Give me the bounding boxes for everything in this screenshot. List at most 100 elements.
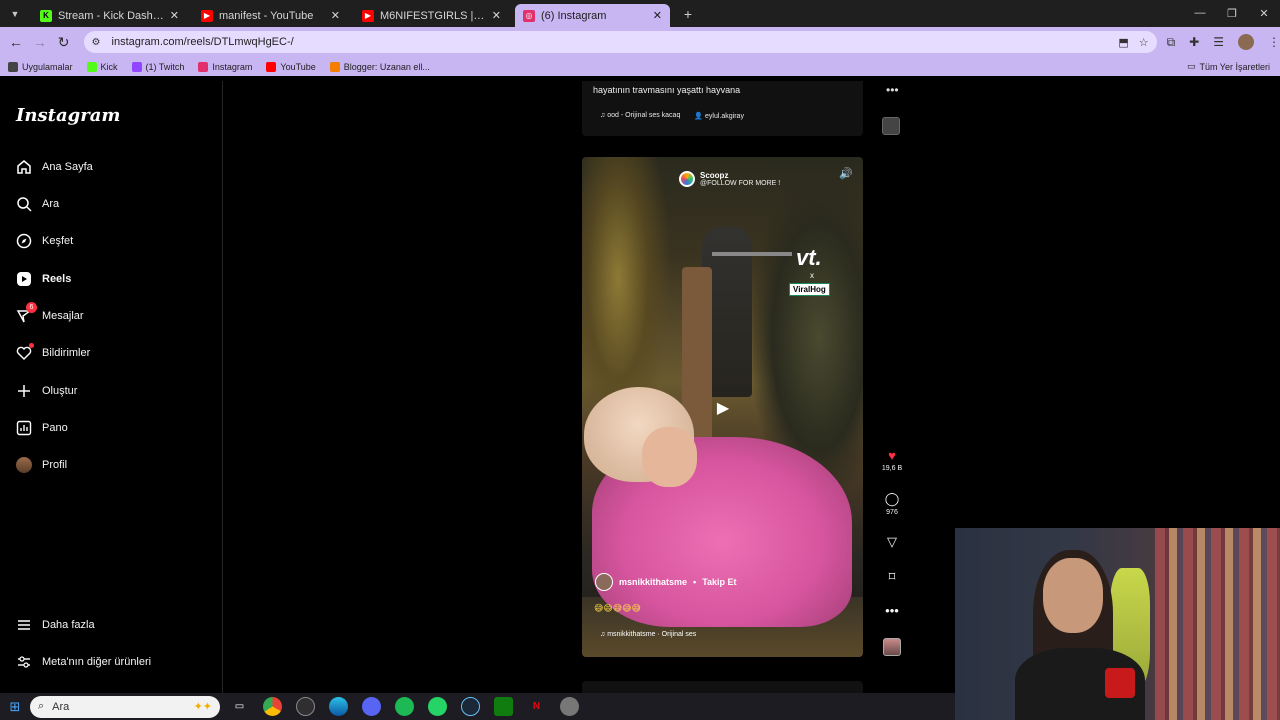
next-reel[interactable] <box>582 681 863 693</box>
sidebar-item-home[interactable]: Ana Sayfa <box>16 159 93 175</box>
audio-thumbnail[interactable] <box>883 638 901 656</box>
heart-icon <box>16 343 34 361</box>
tab-kick[interactable]: K Stream - Kick Dashboard ✕ <box>32 4 187 28</box>
new-tab-button[interactable]: + <box>678 4 698 24</box>
sidebar-item-messages[interactable]: 6 Mesajlar <box>16 302 84 324</box>
install-icon[interactable]: ⬒ <box>1118 36 1128 49</box>
avatar[interactable] <box>595 573 613 591</box>
play-icon[interactable]: ▶ <box>709 394 737 422</box>
bookmark-kick[interactable]: Kick <box>86 61 118 72</box>
tagged-user[interactable]: 👤 eylul.akgiray <box>694 112 744 120</box>
sidebar-item-notifications[interactable]: Bildirimler <box>16 343 90 361</box>
bookmark-label: Kick <box>100 61 118 72</box>
messages-badge: 6 <box>26 302 37 313</box>
bookmarks-bar: Uygulamalar Kick (1) Twitch Instagram Yo… <box>0 57 1280 76</box>
bookmark-icon: ⌑ <box>888 569 896 584</box>
tab-youtube-episode[interactable]: ▶ M6NIFESTGIRLS | 1. Bölüm - Yo ✕ <box>354 4 509 28</box>
sidebar-item-label: Profil <box>42 459 68 471</box>
profile-avatar[interactable] <box>1238 34 1254 50</box>
kick-icon <box>86 61 97 72</box>
chrome-icon[interactable] <box>263 697 282 716</box>
more-options-icon[interactable]: ••• <box>886 83 899 97</box>
obs-icon[interactable] <box>296 697 315 716</box>
sidebar-item-reels[interactable]: Reels <box>16 271 71 287</box>
restore-icon[interactable]: ❐ <box>1216 7 1248 20</box>
audio-label: msnikkithatsme · Orijinal ses <box>607 631 697 638</box>
audio-info[interactable]: ♫ ood - Orijinal ses kacaq <box>600 112 680 120</box>
audio-thumbnail[interactable] <box>882 117 900 135</box>
speaker-icon[interactable]: 🔊 <box>839 167 853 180</box>
bookmark-instagram[interactable]: Instagram <box>198 61 253 72</box>
like-button[interactable]: ♥ 19,6 B <box>878 448 906 472</box>
forward-icon[interactable]: → <box>28 34 52 50</box>
webcam-microphone <box>1105 668 1135 698</box>
bookmark-label: Instagram <box>212 61 253 72</box>
all-bookmarks[interactable]: ▭ Tüm Yer İşaretleri <box>1187 61 1270 72</box>
sidebar-item-create[interactable]: Oluştur <box>16 383 77 399</box>
comment-button[interactable]: ◯ 976 <box>878 491 906 516</box>
sidebar-item-label: Ara <box>42 198 60 210</box>
bookmark-apps[interactable]: Uygulamalar <box>8 61 73 72</box>
tab-instagram[interactable]: ◎ (6) Instagram ✕ <box>515 3 670 28</box>
reel-video[interactable]: Scoopz @FOLLOW FOR MORE ! 🔊 vt. x ViralH… <box>582 157 863 657</box>
hamburger-icon <box>16 617 32 633</box>
close-icon[interactable]: ✕ <box>170 9 179 22</box>
sidebar-item-dashboard[interactable]: Pano <box>16 420 68 436</box>
close-window-icon[interactable]: ✕ <box>1248 7 1280 20</box>
audio-info[interactable]: ♫ msnikkithatsme · Orijinal ses <box>600 631 696 638</box>
taskbar-search[interactable]: ⌕ Ara ✦✦ <box>30 695 220 718</box>
sidebar-item-profile[interactable]: Profil <box>16 457 67 473</box>
tab-youtube-manifest[interactable]: ▶ manifest - YouTube ✕ <box>193 4 348 28</box>
app-icon[interactable] <box>560 697 579 716</box>
sidebar-item-more[interactable]: Daha fazla <box>16 617 95 633</box>
netflix-icon[interactable]: N <box>527 697 546 716</box>
bookmark-twitch[interactable]: (1) Twitch <box>131 61 184 72</box>
spotify-icon[interactable] <box>395 697 414 716</box>
back-icon[interactable]: ← <box>4 34 28 50</box>
bookmark-blogger[interactable]: Blogger: Uzanan ell... <box>329 61 430 72</box>
url-text[interactable]: instagram.com/reels/DTLmwqHgEC-/ <box>112 36 1119 48</box>
kick-favicon-icon: K <box>40 9 52 22</box>
whatsapp-icon[interactable] <box>428 697 447 716</box>
translate-icon[interactable]: ⧉ <box>1167 35 1176 50</box>
sidebar-item-meta[interactable]: Meta'nın diğer ürünleri <box>16 654 151 670</box>
overlay-subtitle: @FOLLOW FOR MORE ! <box>700 180 781 187</box>
sidebar-item-explore[interactable]: Keşfet <box>16 233 73 249</box>
omnibox[interactable]: ⚙ instagram.com/reels/DTLmwqHgEC-/ ⬒ ☆ <box>83 31 1157 53</box>
reading-list-icon[interactable]: ☰ <box>1213 35 1224 49</box>
bookmark-youtube[interactable]: YouTube <box>266 61 316 72</box>
xbox-icon[interactable] <box>494 697 513 716</box>
reload-icon[interactable]: ↻ <box>52 34 76 51</box>
task-view-icon[interactable]: ▭ <box>230 697 249 716</box>
edge-icon[interactable] <box>329 697 348 716</box>
webcam-background <box>1155 528 1280 720</box>
more-options-button[interactable]: ••• <box>878 603 906 618</box>
windows-start-icon[interactable]: ⊞ <box>0 699 30 715</box>
minimize-icon[interactable]: — <box>1184 7 1216 20</box>
meta-grid-icon <box>16 654 32 670</box>
menu-icon[interactable]: ⋮ <box>1268 35 1280 49</box>
close-icon[interactable]: ✕ <box>653 9 662 22</box>
bookmark-star-icon[interactable]: ☆ <box>1139 36 1149 49</box>
discord-icon[interactable] <box>362 697 381 716</box>
site-info-icon[interactable]: ⚙ <box>92 37 106 48</box>
tab-search-icon[interactable]: ▼ <box>4 4 26 24</box>
steam-icon[interactable] <box>461 697 480 716</box>
extensions-icon[interactable]: ✚ <box>1189 35 1199 49</box>
previous-reel[interactable]: hayatının travmasını yaşattı hayvana ♫ o… <box>582 81 863 136</box>
messenger-icon: 6 <box>16 302 37 324</box>
share-button[interactable]: ▽ <box>878 534 906 550</box>
close-icon[interactable]: ✕ <box>331 9 340 22</box>
bookmark-label: Tüm Yer İşaretleri <box>1199 61 1270 72</box>
save-button[interactable]: ⌑ <box>878 569 906 585</box>
sidebar-item-search[interactable]: Ara <box>16 196 59 212</box>
blogger-icon <box>329 61 340 72</box>
sidebar-item-label: Mesajlar <box>42 310 84 322</box>
close-icon[interactable]: ✕ <box>492 9 501 22</box>
watermark-x: x <box>810 271 814 280</box>
comment-count: 976 <box>886 509 898 516</box>
follow-button[interactable]: Takip Et <box>702 577 736 587</box>
instagram-logo[interactable]: Instagram <box>16 105 120 126</box>
reel-caption[interactable]: 😅😅😅😅😅 <box>594 603 641 614</box>
author-username[interactable]: msnikkithatsme <box>619 577 687 587</box>
